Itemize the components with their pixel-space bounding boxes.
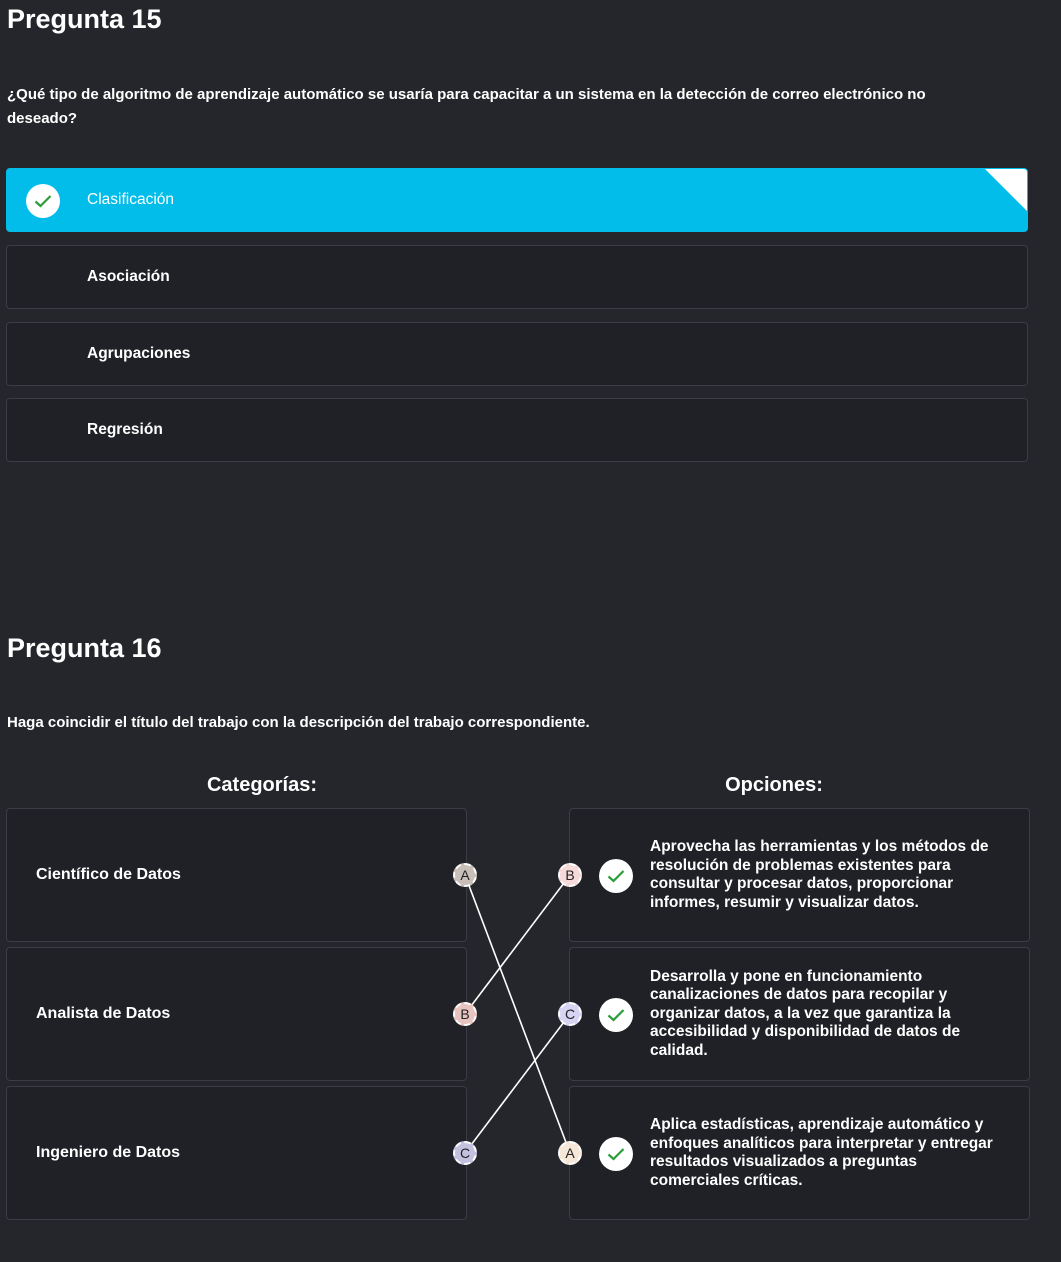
answer-option-agrupaciones[interactable]: Agrupaciones [6, 322, 1028, 386]
token-a[interactable]: A [453, 863, 477, 887]
answer-option-asociacion[interactable]: Asociación [6, 245, 1028, 309]
answer-option-clasificacion[interactable]: Clasificación [6, 168, 1028, 232]
selected-corner-marker [985, 169, 1027, 211]
token-a-placed[interactable]: A [558, 1141, 582, 1165]
match-line-b [464, 874, 571, 1015]
match-line-a [464, 874, 571, 1154]
answer-option-label: Agrupaciones [87, 345, 191, 362]
option-cientifico-description: Aplica estadísticas, aprendizaje automát… [569, 1086, 1030, 1220]
option-ingeniero-description: Desarrolla y pone en funcionamiento cana… [569, 947, 1030, 1081]
answer-option-label: Asociación [87, 268, 170, 285]
options-header: Opciones: [725, 774, 823, 796]
answer-option-label: Clasificación [87, 191, 175, 208]
category-label: Ingeniero de Datos [36, 1144, 181, 1161]
category-cientifico-de-datos: Científico de Datos [6, 808, 467, 942]
question-15-text: ¿Qué tipo de algoritmo de aprendizaje au… [7, 86, 926, 127]
option-description: Aplica estadísticas, aprendizaje automát… [650, 1116, 993, 1189]
category-analista-de-datos: Analista de Datos [6, 947, 467, 1081]
match-line-c [464, 1013, 571, 1154]
option-analista-description: Aprovecha las herramientas y los métodos… [569, 808, 1030, 942]
question-16-title: Pregunta 16 [7, 633, 162, 663]
answer-option-label: Regresión [87, 421, 163, 438]
check-icon [599, 998, 633, 1032]
token-b-placed[interactable]: B [558, 863, 582, 887]
option-description: Desarrolla y pone en funcionamiento cana… [650, 967, 961, 1059]
category-ingeniero-de-datos: Ingeniero de Datos [6, 1086, 467, 1220]
question-15-title: Pregunta 15 [7, 4, 162, 34]
token-c-placed[interactable]: C [558, 1002, 582, 1026]
check-icon [599, 859, 633, 893]
category-label: Analista de Datos [36, 1005, 171, 1022]
question-16-text: Haga coincidir el título del trabajo con… [7, 714, 590, 731]
categories-header: Categorías: [206, 774, 318, 796]
check-icon [599, 1137, 633, 1171]
token-c[interactable]: C [453, 1141, 477, 1165]
option-description: Aprovecha las herramientas y los métodos… [650, 838, 989, 911]
token-b[interactable]: B [453, 1002, 477, 1026]
category-label: Científico de Datos [36, 866, 181, 883]
check-icon [26, 184, 60, 218]
answer-option-regresion[interactable]: Regresión [6, 398, 1028, 462]
